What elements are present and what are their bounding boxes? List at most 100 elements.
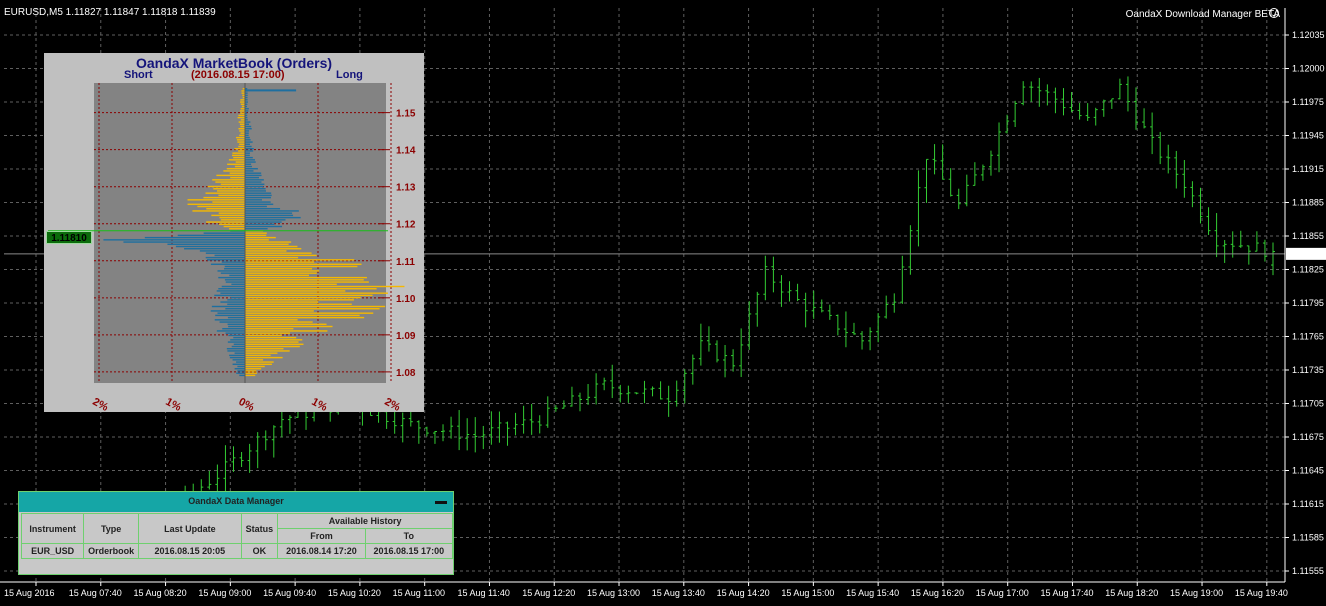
price-tick-label: 1.11675 (1292, 432, 1324, 442)
long-order-bar (245, 265, 358, 268)
long-order-bar (245, 190, 266, 192)
price-tick-label: 1.11645 (1292, 466, 1324, 476)
ohlc-bar (997, 122, 1002, 173)
data-manager-titlebar[interactable]: OandaX Data Manager (19, 492, 453, 512)
ohlc-bar (698, 323, 703, 366)
short-order-bar (205, 256, 245, 259)
time-tick-label: 15 Aug 13:40 (652, 588, 705, 598)
short-order-bar (233, 343, 245, 345)
time-tick-label: 15 Aug 16:20 (911, 588, 964, 598)
ohlc-bar (835, 314, 840, 336)
long-order-bar (245, 234, 267, 237)
short-order-bar (226, 168, 245, 170)
ohlc-bar (819, 299, 824, 313)
long-order-bar (245, 216, 301, 219)
short-order-bar (234, 368, 245, 370)
long-order-bar (245, 199, 262, 201)
smiley-icon (1269, 8, 1279, 18)
long-order-bar (245, 350, 290, 352)
marketbook-panel[interactable]: OandaX MarketBook (Orders) Short (2016.0… (44, 53, 424, 412)
ohlc-bar (940, 144, 945, 180)
long-order-bar (245, 321, 313, 323)
long-order-bar (245, 312, 374, 314)
ohlc-bar (988, 150, 993, 176)
price-tick-label: 1.11975 (1292, 97, 1324, 107)
long-order-bar (245, 172, 262, 174)
short-order-bar (230, 339, 245, 341)
ohlc-bar (626, 385, 631, 403)
time-tick-label: 15 Aug 08:20 (134, 588, 187, 598)
table-row[interactable]: EUR_USD Orderbook 2016.08.15 20:05 OK 20… (20, 543, 454, 559)
long-order-bar (245, 370, 257, 372)
short-order-bar (234, 352, 245, 354)
time-tick-label: 15 Aug 07:40 (69, 588, 122, 598)
short-order-bar (227, 350, 245, 352)
short-order-bar (221, 261, 245, 263)
long-order-bar (245, 203, 274, 205)
ohlc-bar (1246, 245, 1251, 265)
short-order-bar (236, 139, 245, 141)
long-order-bar (245, 339, 303, 341)
short-order-bar (212, 201, 245, 203)
short-order-bar (239, 143, 245, 145)
short-order-bar (229, 172, 245, 174)
current-price-tag: 1.11810 (46, 231, 92, 244)
long-order-bar (245, 345, 300, 348)
short-order-bar (210, 263, 245, 265)
data-manager-panel[interactable]: OandaX Data Manager Instrument Type Last… (18, 491, 454, 575)
long-order-bar (245, 212, 293, 214)
long-order-bar (245, 239, 269, 241)
ohlc-bar (271, 425, 276, 458)
short-order-bar (207, 185, 245, 188)
order-highlight-bar (245, 89, 297, 92)
long-order-bar (245, 168, 258, 170)
short-order-bar (240, 125, 245, 128)
long-order-bar (245, 330, 328, 332)
short-order-bar (240, 112, 245, 114)
long-order-bar (245, 136, 250, 139)
long-order-bar (245, 192, 272, 194)
short-order-bar (215, 181, 245, 183)
short-order-bar (210, 310, 245, 312)
short-order-bar (207, 259, 245, 261)
data-manager-table: Instrument Type Last Update Status Avail… (20, 513, 454, 559)
short-order-bar (225, 308, 245, 310)
ohlc-bar (932, 144, 937, 175)
short-order-bar (206, 208, 245, 210)
long-order-bar (245, 276, 367, 279)
ohlc-bar (489, 411, 494, 445)
time-tick-label: 15 Aug 15:40 (846, 588, 899, 598)
ohlc-bar (602, 377, 607, 391)
short-order-bar (230, 176, 245, 179)
orderbook-price-label: 1.12 (396, 220, 416, 231)
ohlc-bar (972, 162, 977, 186)
ohlc-bar (1077, 102, 1082, 120)
short-order-bar (229, 354, 245, 357)
short-order-bar (227, 299, 245, 301)
ohlc-bar (1053, 87, 1058, 114)
ohlc-bar (441, 424, 446, 442)
cell-last-update: 2016.08.15 20:05 (138, 543, 242, 559)
ohlc-bar (207, 471, 212, 490)
ohlc-bar (674, 380, 679, 407)
long-order-bar (245, 241, 292, 243)
ohlc-bar (1238, 230, 1243, 248)
long-order-bar (245, 219, 286, 221)
ohlc-bar (529, 403, 534, 435)
short-order-bar (236, 361, 245, 363)
long-order-bar (245, 108, 249, 110)
long-order-bar (245, 205, 267, 208)
col-instrument: Instrument (20, 513, 85, 544)
long-order-bar (245, 181, 262, 183)
plugin-name: OandaX Download Manager BETA (1125, 9, 1280, 20)
ohlc-bar (521, 405, 526, 434)
time-tick-label: 15 Aug 17:00 (976, 588, 1029, 598)
minimize-icon[interactable] (435, 501, 447, 504)
long-order-bar (245, 250, 287, 252)
long-order-bar (245, 316, 365, 319)
long-order-bar (245, 308, 380, 310)
col-from: From (277, 528, 366, 544)
pct-tick-label: 2% (382, 396, 402, 412)
long-order-bar (245, 336, 297, 339)
ohlc-bar (747, 301, 752, 350)
